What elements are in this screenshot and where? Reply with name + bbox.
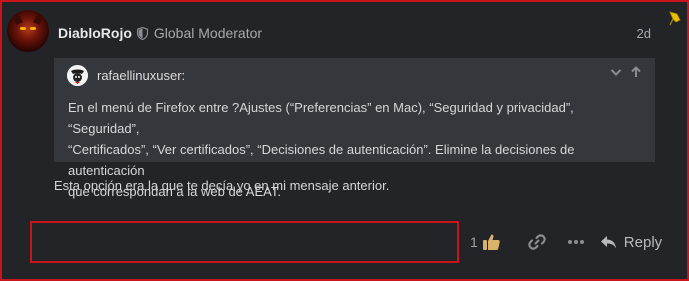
quote-line: “Certificados”, “Ver certificados”, “Dec… [68,142,575,178]
quote-line: En el menú de Firefox entre ?Ajustes (“P… [68,100,574,136]
arrow-up-icon[interactable] [630,66,642,78]
link-icon[interactable] [528,233,546,251]
like-icon[interactable] [482,233,501,251]
quote-avatar[interactable] [67,65,88,86]
like-count[interactable]: 1 [470,234,478,250]
highlight-box [30,221,459,263]
reply-icon [600,235,616,248]
post-frame: DiabloRojo Global Moderator 2d rafaellin… [0,0,689,281]
post-date[interactable]: 2d [637,26,651,41]
reply-label: Reply [623,233,663,251]
more-icon[interactable] [567,233,585,251]
post-body: Esta opción era la que te decía yo en mi… [54,178,390,193]
quote-username: rafaellinuxuser: [97,68,186,83]
avatar[interactable] [7,10,49,52]
reply-button[interactable]: Reply [600,234,662,251]
post-actions: 1 Reply [470,230,662,254]
chevron-down-icon[interactable] [610,66,622,78]
username[interactable]: DiabloRojo [58,25,132,41]
post-header: DiabloRojo Global Moderator 2d [58,22,651,44]
user-title: Global Moderator [153,25,263,41]
shield-icon [136,26,148,40]
quote-block: rafaellinuxuser: En el menú de Firefox e… [54,58,655,199]
quote-controls [610,66,642,78]
pin-icon[interactable] [668,11,682,27]
